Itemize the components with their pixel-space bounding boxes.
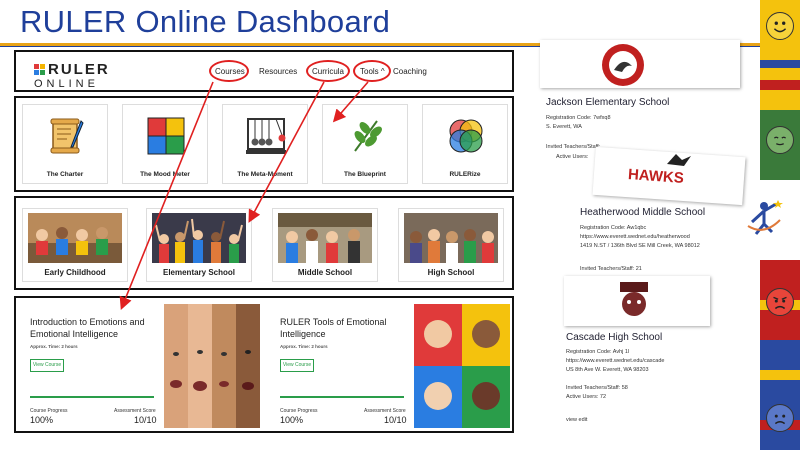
tool-label: The Charter: [46, 171, 84, 178]
course-title: Introduction to Emotions and Emotional I…: [30, 317, 145, 339]
curriculum-card-early-childhood[interactable]: Early Childhood: [22, 208, 128, 282]
logo-mark-icon: [34, 64, 45, 75]
high-school-photo: [404, 213, 498, 263]
emotion-faces-photo: [164, 304, 260, 428]
curriculum-label: Middle School: [297, 268, 353, 277]
course-card-ruler-tools: RULER Tools of Emotional Intelligence Ap…: [268, 304, 510, 428]
school-website: https://www.everett.wednet.edu/heatherwo…: [580, 234, 690, 240]
middle-school-photo: [278, 213, 372, 263]
assessment-score-label: Assessment Score: [364, 408, 406, 414]
school-website: https://www.everett.wednet.edu/cascade: [566, 358, 665, 364]
curricula-panel: Early Childhood Elementary School Middle…: [14, 196, 514, 290]
tool-label: The Mood Meter: [140, 171, 190, 178]
jackson-logo-icon: [602, 44, 644, 86]
tool-card-blueprint[interactable]: The Blueprint: [322, 104, 408, 184]
ruler-online-logo[interactable]: RULER ONLINE: [34, 61, 126, 90]
courses-panel: Introduction to Emotions and Emotional I…: [14, 296, 514, 433]
school-location: S. Everett, WA: [546, 124, 582, 130]
curriculum-label: Early Childhood: [44, 268, 106, 277]
school-name: Heatherwood Middle School: [580, 207, 706, 218]
curriculum-label: High School: [427, 268, 475, 277]
nav-resources[interactable]: Resources: [259, 67, 297, 76]
sad-face-icon: [766, 404, 794, 432]
assessment-score-label: Assessment Score: [114, 408, 156, 414]
school-invited-teachers: Invited Teachers/Staff:: [546, 144, 601, 150]
course-approx-time: Approx. Time: 2 hours: [30, 344, 78, 349]
tool-label: The Blueprint: [344, 171, 386, 178]
logo-top-text: RULER: [48, 61, 110, 78]
nav-coaching[interactable]: Coaching: [393, 67, 427, 76]
view-course-button[interactable]: View Course: [280, 359, 314, 372]
angry-face-icon: [766, 288, 794, 316]
slide-title: RULER Online Dashboard: [20, 4, 391, 39]
school-cards-area: Jackson Elementary School Registration C…: [536, 40, 760, 450]
tool-label: RULERize: [449, 171, 481, 178]
course-title: RULER Tools of Emotional Intelligence: [280, 317, 387, 339]
tool-card-meta-moment[interactable]: The Meta-Moment: [222, 104, 308, 184]
nav-bar: RULER ONLINE Courses Resources Curricula…: [14, 50, 514, 92]
course-progress-value: 100%: [280, 415, 304, 425]
curriculum-card-middle[interactable]: Middle School: [272, 208, 378, 282]
school-name: Jackson Elementary School: [546, 97, 670, 108]
school-invited-teachers: Invited Teachers/Staff: 21: [580, 266, 642, 272]
course-progress-bar: [280, 396, 404, 398]
tool-card-mood-meter[interactable]: The Mood Meter: [122, 104, 208, 184]
school-address: 1419 N.ST / 136th Blvd SE Mill Creek, WA…: [580, 243, 700, 249]
school-active-users: Active Users:: [556, 154, 589, 160]
logo-bottom-text: ONLINE: [34, 78, 99, 90]
mood-meter-grid-icon: [147, 117, 185, 155]
school-registration-code: Registration Code: 7wfxq8: [546, 115, 611, 121]
school-name: Cascade High School: [566, 332, 663, 343]
leaf-branch-icon: [354, 120, 382, 152]
assessment-score-value: 10/10: [134, 415, 157, 425]
school-address: US 8th Ave W. Everett, WA 98203: [566, 367, 649, 373]
school-registration-code: Registration Code: Aw1qbc: [580, 225, 647, 231]
mood-side-strip: [747, 0, 800, 450]
tool-card-rulerize[interactable]: RULERize: [422, 104, 508, 184]
assessment-score-value: 10/10: [384, 415, 407, 425]
course-progress-value: 100%: [30, 415, 54, 425]
view-course-button[interactable]: View Course: [30, 359, 64, 372]
newtons-cradle-icon: [246, 118, 286, 154]
hawk-bird-icon: [667, 154, 691, 166]
tool-card-charter[interactable]: The Charter: [22, 104, 108, 184]
course-progress-label: Course Progress: [30, 408, 68, 414]
curriculum-label: Elementary School: [162, 268, 236, 277]
course-progress-bar: [30, 396, 154, 398]
annotation-oval-tools: [353, 60, 391, 82]
mood-quadrant-faces-photo: [414, 304, 510, 428]
course-card-intro-emotions: Introduction to Emotions and Emotional I…: [18, 304, 260, 428]
school-registration-code: Registration Code: Avhj 1l: [566, 349, 630, 355]
school-active-users: Active Users: 72: [566, 394, 607, 400]
school-actions[interactable]: view edit: [566, 416, 587, 424]
tool-label: The Meta-Moment: [237, 171, 293, 178]
scroll-quill-icon: [50, 118, 84, 154]
venn-circles-icon: [449, 119, 483, 153]
tools-panel: The Charter The Mood Meter The Meta-Mome…: [14, 96, 514, 192]
annotation-oval-courses: [209, 60, 249, 82]
curriculum-card-high[interactable]: High School: [398, 208, 504, 282]
calm-face-icon: [766, 126, 794, 154]
elementary-school-photo: [152, 213, 246, 263]
happy-face-icon: [766, 12, 794, 40]
star-person-logo-icon: [747, 200, 783, 235]
school-invited-teachers: Invited Teachers/Staff: 58: [566, 385, 628, 391]
annotation-oval-curricula: [306, 60, 350, 82]
curriculum-card-elementary[interactable]: Elementary School: [146, 208, 252, 282]
course-progress-label: Course Progress: [280, 408, 318, 414]
early-childhood-photo: [28, 213, 122, 263]
course-approx-time: Approx. Time: 2 hours: [280, 344, 328, 349]
cascade-logo-icon: [620, 282, 648, 316]
